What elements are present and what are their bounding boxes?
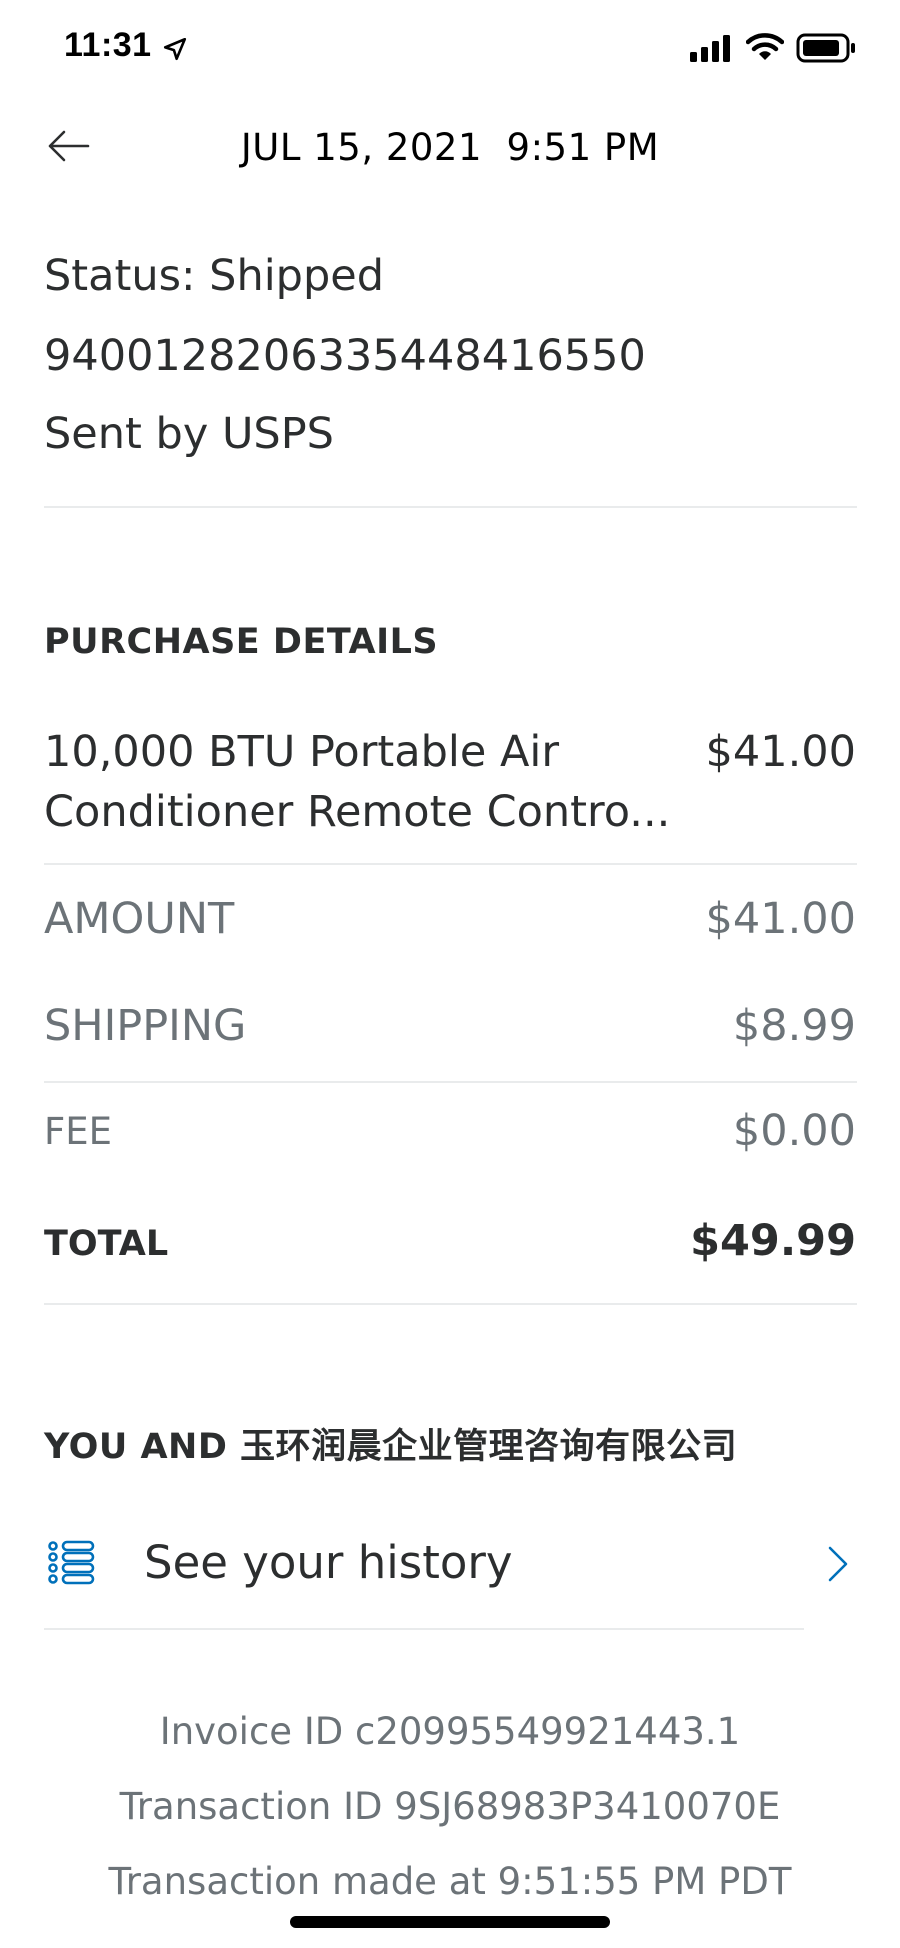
carrier-label: Sent by USPS — [44, 409, 334, 459]
battery-icon — [796, 33, 855, 63]
shipment-status: Status: Shipped — [44, 251, 385, 301]
amount-value: $41.00 — [705, 894, 856, 944]
status-bar-time: 11:31 — [64, 26, 152, 64]
page-title: JUL 15, 2021 9:51 PM — [240, 126, 660, 169]
purchase-details-heading: PURCHASE DETAILS — [44, 622, 439, 662]
total-label: TOTAL — [44, 1224, 169, 1264]
counterparty-heading: YOU AND 玉环润晨企业管理咨询有限公司 — [44, 1427, 738, 1467]
item-name: 10,000 BTU Portable Air Conditioner Remo… — [44, 727, 671, 837]
divider — [44, 1081, 857, 1083]
home-indicator[interactable] — [290, 1916, 610, 1928]
see-history-label: See your history — [144, 1536, 513, 1589]
fee-label: FEE — [44, 1110, 113, 1153]
shipping-label: SHIPPING — [44, 1001, 247, 1051]
chevron-right-icon — [828, 1546, 848, 1582]
divider — [44, 1303, 857, 1305]
shipping-value: $8.99 — [732, 1001, 856, 1051]
fee-value: $0.00 — [732, 1106, 856, 1156]
cellular-signal-icon — [690, 35, 730, 62]
tracking-number[interactable]: 9400128206335448416550 — [44, 331, 646, 381]
total-value: $49.99 — [690, 1216, 856, 1266]
wifi-icon — [746, 33, 784, 60]
divider — [44, 506, 857, 508]
location-arrow-icon — [163, 37, 187, 61]
list-icon — [48, 1540, 95, 1585]
transaction-time: Transaction made at 9:51:55 PM PDT — [108, 1860, 792, 1903]
invoice-id: Invoice ID c20995549921443.1 — [159, 1710, 741, 1753]
amount-label: AMOUNT — [44, 894, 235, 944]
transaction-id: Transaction ID 9SJ68983P3410070E — [119, 1785, 781, 1828]
see-history-row[interactable]: See your history — [44, 1520, 857, 1610]
item-price: $41.00 — [705, 727, 856, 777]
divider — [44, 1628, 804, 1630]
divider — [44, 863, 857, 865]
